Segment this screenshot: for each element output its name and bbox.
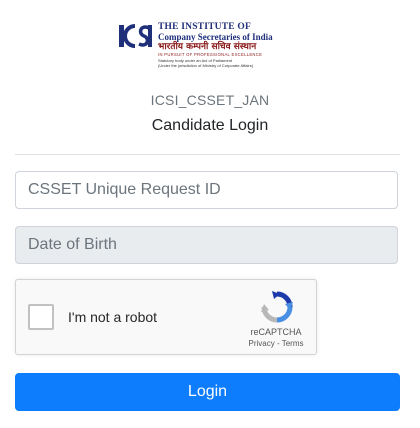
login-button[interactable]: Login	[15, 373, 400, 411]
privacy-link[interactable]: Privacy	[249, 339, 275, 348]
icsi-monogram-icon	[119, 24, 152, 48]
recaptcha-widget: I'm not a robot reCAPTCHA Privacy - Term…	[15, 279, 317, 355]
recaptcha-brand: reCAPTCHA	[250, 327, 302, 337]
links-separator: -	[274, 339, 282, 348]
date-of-birth-input[interactable]	[15, 226, 398, 264]
recaptcha-checkbox[interactable]	[28, 304, 54, 330]
recaptcha-label: I'm not a robot	[68, 309, 158, 325]
logo-line-institute: THE INSTITUTE OF	[158, 22, 251, 32]
icsi-logo: THE INSTITUTE OF Company Secretaries of …	[118, 20, 302, 80]
page-title: Candidate Login	[151, 117, 269, 134]
logo-line-company: Company Secretaries of India	[158, 32, 273, 42]
terms-link[interactable]: Terms	[282, 339, 304, 348]
recaptcha-links: Privacy - Terms	[240, 339, 312, 348]
request-id-input[interactable]	[15, 171, 398, 209]
exam-code: ICSI_CSSET_JAN	[150, 92, 270, 108]
divider	[15, 154, 400, 155]
recaptcha-logo-icon	[261, 291, 293, 323]
logo-line-hindi: भारतीय कम्पनी सचिव संस्थान	[158, 42, 257, 52]
logo-line-ministry: (Under the jurisdiction of Ministry of C…	[158, 63, 254, 68]
